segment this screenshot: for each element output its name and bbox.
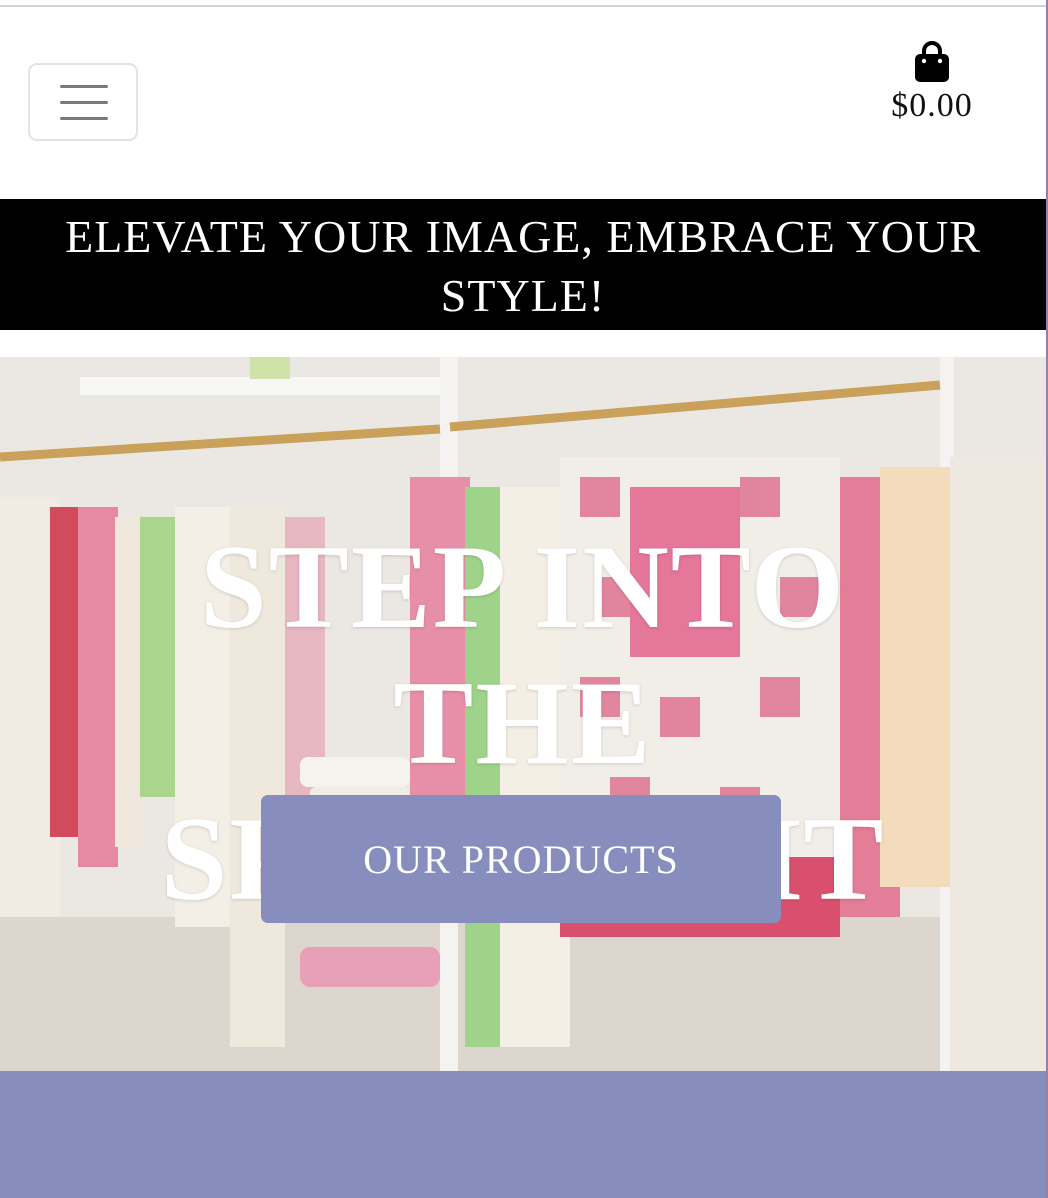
hamburger-icon-line [60, 117, 108, 120]
accent-section [0, 1071, 1046, 1198]
hero-section: STEP INTO THE SPOTLIGHT OUR PRODUCTS [0, 357, 1046, 1071]
hamburger-icon [60, 85, 108, 88]
menu-toggle-button[interactable] [28, 63, 138, 141]
cart-total: $0.00 [891, 87, 973, 124]
banner-text: ELEVATE YOUR IMAGE, EMBRACE YOUR STYLE! [65, 211, 981, 321]
our-products-button[interactable]: OUR PRODUCTS [261, 795, 781, 923]
hamburger-icon-line [60, 101, 108, 104]
navbar: $0.00 [0, 7, 1046, 199]
shopping-bag-icon [915, 41, 949, 82]
promo-banner: ELEVATE YOUR IMAGE, EMBRACE YOUR STYLE! [0, 199, 1046, 330]
cart-link[interactable]: $0.00 [870, 41, 994, 137]
